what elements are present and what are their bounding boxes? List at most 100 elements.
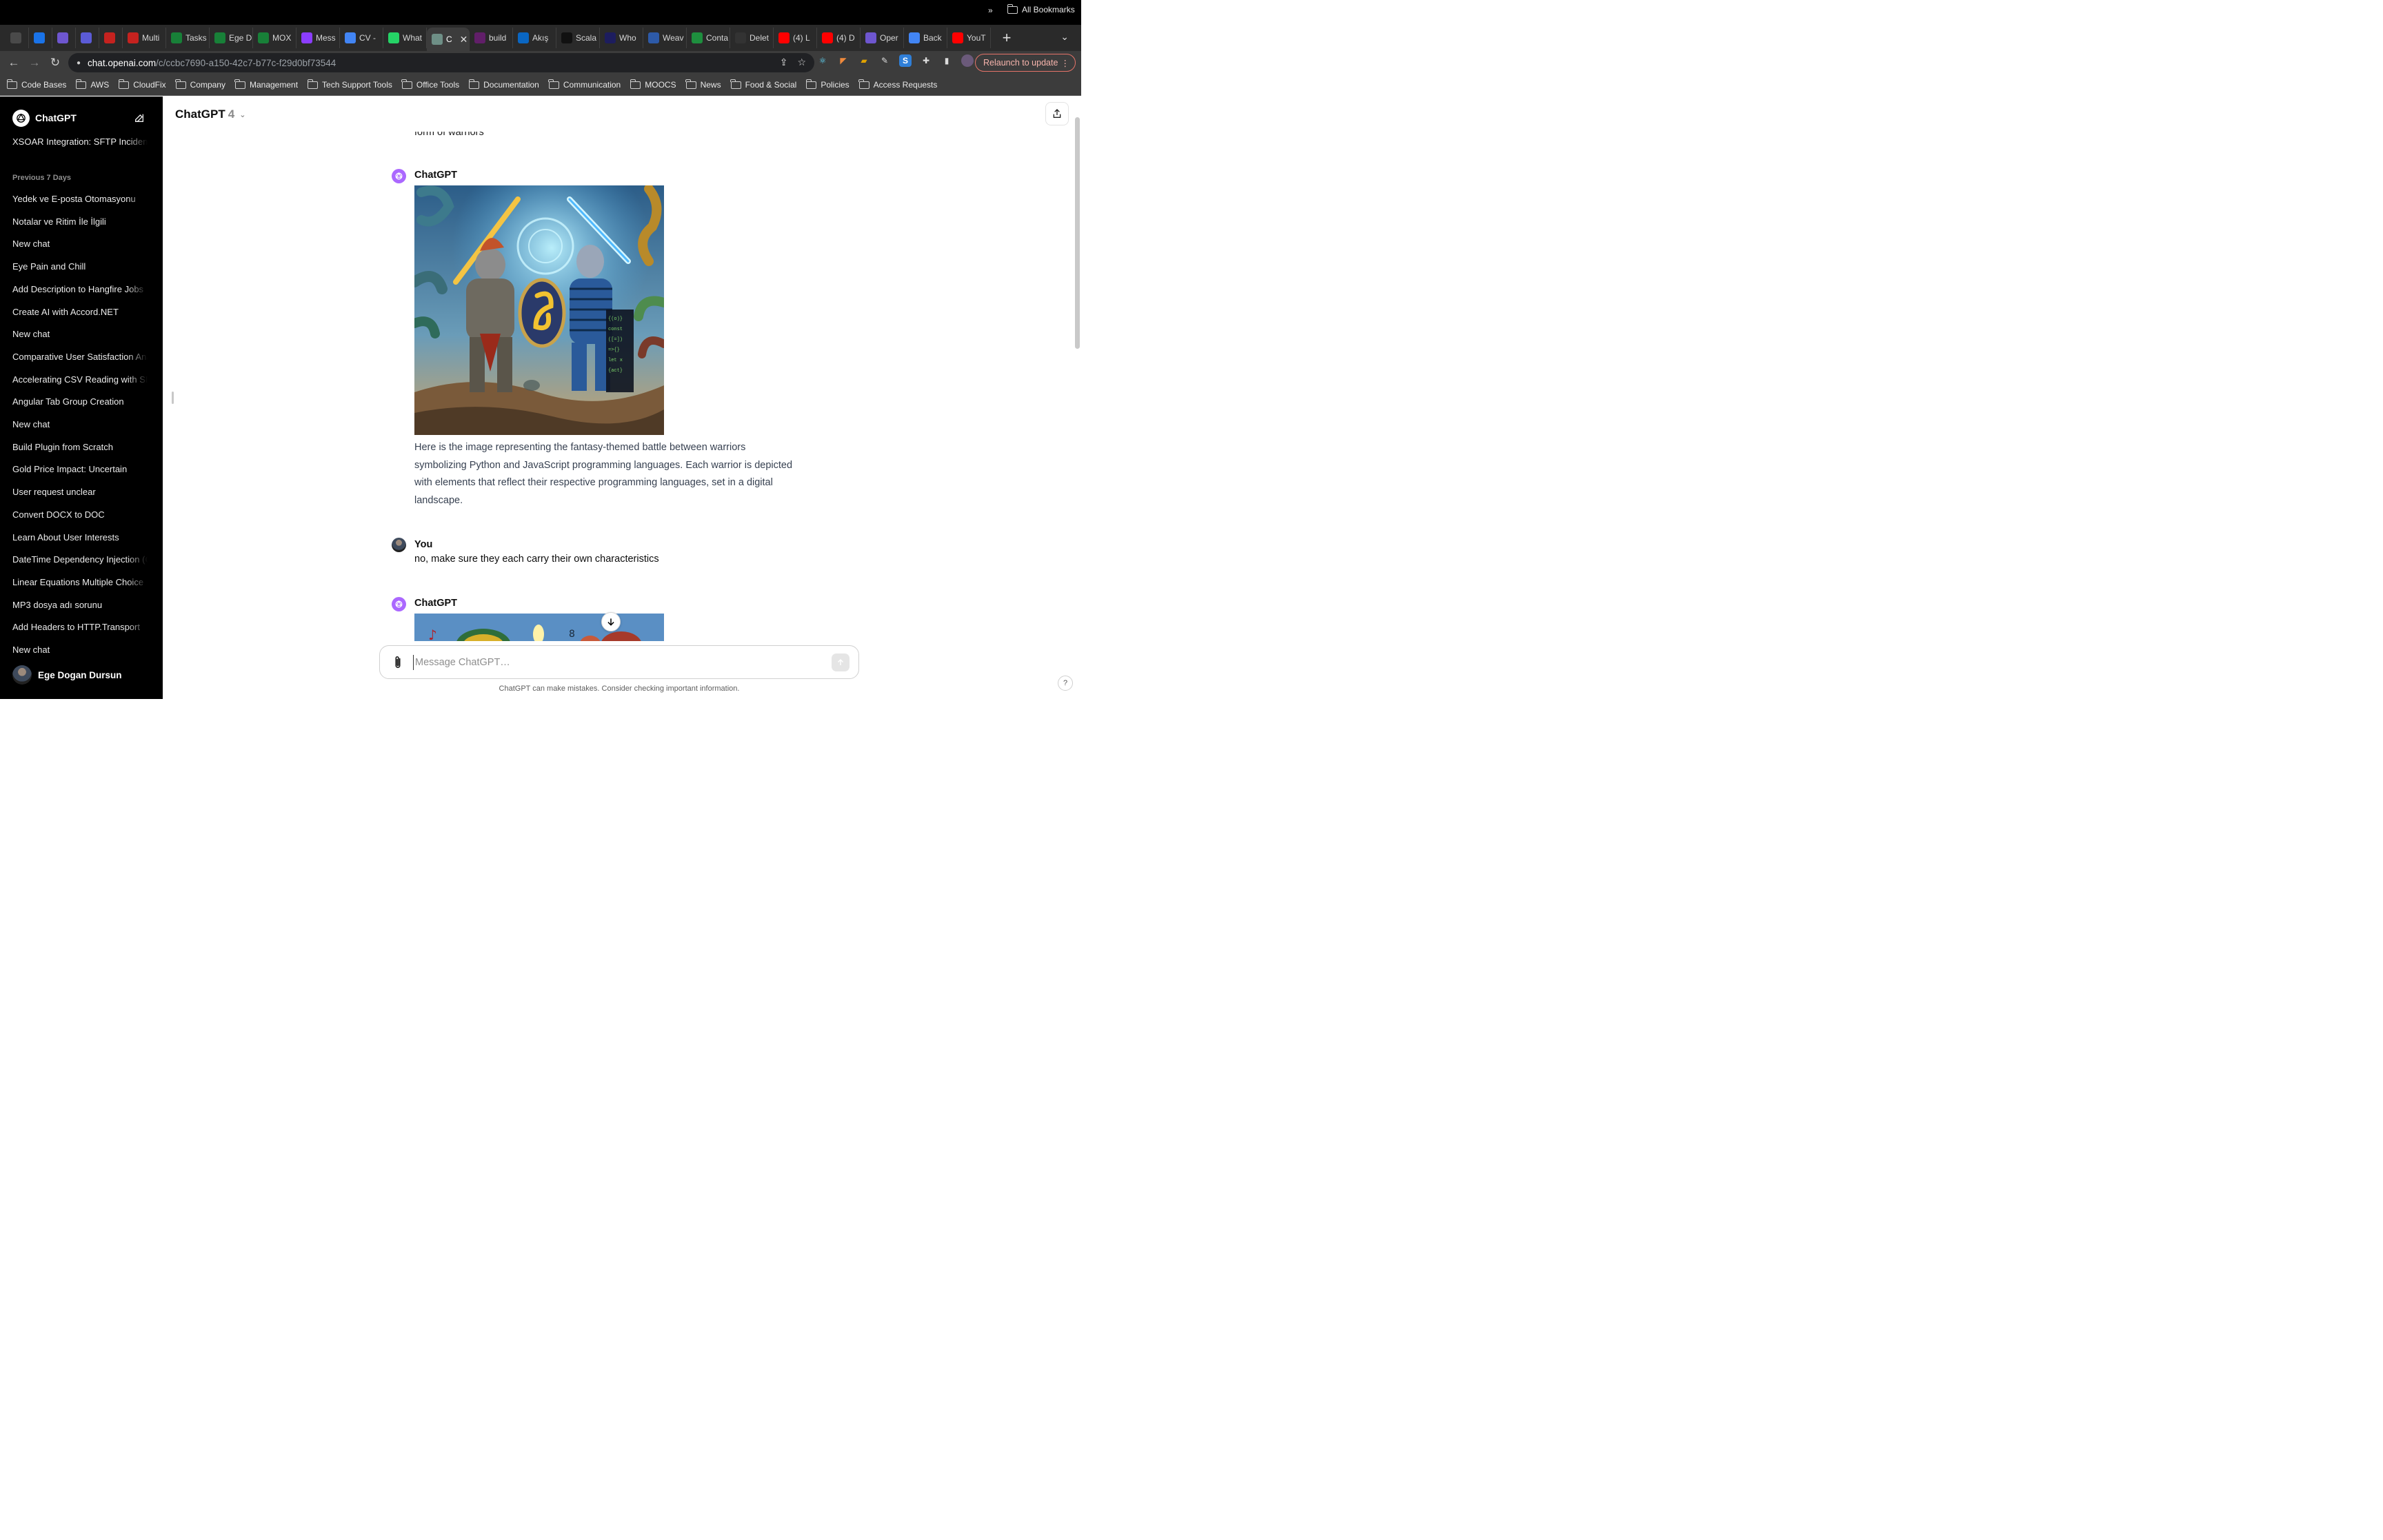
bookmark-folder[interactable]: News [685, 79, 721, 90]
sidebar-pinned-chat[interactable]: XSOAR Integration: SFTP Incident [12, 136, 148, 147]
new-chat-edit-icon[interactable] [134, 112, 145, 127]
page-scrollbar[interactable] [1075, 117, 1080, 349]
sidebar-chat-item[interactable]: Linear Equations Multiple Choice [12, 576, 148, 587]
sidebar-chat-item[interactable]: Add Headers to HTTP.Transport [12, 622, 148, 633]
sidebar-chat-item[interactable]: MP3 dosya adı sorunu [12, 599, 148, 610]
new-tab-button[interactable]: + [999, 29, 1014, 47]
extension-s-icon[interactable]: S [899, 54, 912, 67]
forward-button[interactable]: → [25, 53, 44, 72]
scroll-to-bottom-button[interactable] [601, 612, 621, 631]
bookmark-folder[interactable]: AWS [75, 79, 109, 90]
extension-orange-icon[interactable]: ◤ [837, 54, 849, 67]
browser-tab[interactable] [76, 28, 99, 48]
browser-tab[interactable]: Delet [730, 28, 774, 48]
back-button[interactable]: ← [4, 53, 23, 72]
sidebar-header[interactable]: ChatGPT [12, 109, 150, 127]
extension-car-icon[interactable]: ▰ [858, 54, 870, 67]
browser-tab[interactable]: C ✕ [427, 28, 470, 51]
browser-tab[interactable]: Who [600, 28, 643, 48]
browser-tab[interactable]: CV - [340, 28, 383, 48]
reload-button[interactable]: ↻ [46, 53, 65, 72]
bookmark-folder[interactable]: Management [234, 79, 298, 90]
message-input[interactable] [413, 655, 820, 670]
paperclip-icon[interactable] [392, 656, 403, 673]
react-devtools-icon[interactable]: ⚛ [816, 54, 829, 67]
browser-tab[interactable] [99, 28, 123, 48]
bookmark-folder[interactable]: Food & Social [730, 79, 796, 90]
bookmarks-overflow-button[interactable]: » [988, 6, 993, 15]
help-button[interactable]: ? [1058, 676, 1073, 691]
sidebar-chat-item[interactable]: Accelerating CSV Reading with SIMD [12, 374, 148, 385]
bookmark-label: MOOCS [645, 80, 676, 90]
sidebar-chat-item[interactable]: Angular Tab Group Creation [12, 396, 148, 407]
bookmark-folder[interactable]: Tech Support Tools [307, 79, 392, 90]
bookmark-folder[interactable]: CloudFix [118, 79, 166, 90]
browser-tab[interactable]: Oper [861, 28, 904, 48]
generated-battle-image[interactable]: {(o)} const ([=]) =>{} let x {act} [414, 185, 664, 435]
browser-tab[interactable]: Weav [643, 28, 687, 48]
browser-tab[interactable]: (4) L [774, 28, 817, 48]
sidebar-chat-item[interactable]: Notalar ve Ritim İle İlgili [12, 216, 148, 227]
side-panel-icon[interactable]: ▮ [941, 54, 953, 67]
sidebar-chat-item[interactable]: New chat [12, 239, 148, 250]
sidebar-resize-handle[interactable] [172, 392, 174, 404]
bookmark-folder[interactable]: Policies [805, 79, 849, 90]
message-composer[interactable] [379, 645, 859, 679]
browser-tab[interactable]: Conta [687, 28, 730, 48]
address-bar[interactable]: ● chat.openai.com/c/ccbc7690-a150-42c7-b… [68, 53, 814, 72]
browser-tab[interactable]: (4) D [817, 28, 861, 48]
browser-tab[interactable] [29, 28, 52, 48]
browser-tab[interactable] [6, 28, 29, 48]
sidebar-chat-item[interactable]: Yedek ve E-posta Otomasyonu [12, 194, 148, 204]
sidebar-chat-item[interactable]: Build Plugin from Scratch [12, 441, 148, 452]
share-page-icon[interactable]: ⇪ [780, 57, 788, 68]
folder-icon [75, 79, 87, 89]
bookmark-folder[interactable]: Code Bases [6, 79, 66, 90]
browser-tab[interactable]: Multi [123, 28, 166, 48]
sidebar-chat-item[interactable]: User request unclear [12, 487, 148, 498]
sidebar-chat-item[interactable]: Convert DOCX to DOC [12, 509, 148, 520]
browser-tab[interactable]: Mess [296, 28, 340, 48]
sidebar-chat-item[interactable]: New chat [12, 329, 148, 340]
browser-tab[interactable]: Akış [513, 28, 556, 48]
sidebar-chat-item[interactable]: DateTime Dependency Injection (C#) [12, 554, 148, 565]
relaunch-button[interactable]: Relaunch to update ⋮ [975, 54, 1076, 72]
bookmark-folder[interactable]: Office Tools [401, 79, 459, 90]
browser-tab[interactable]: YouT [947, 28, 991, 48]
sidebar-chat-item[interactable]: Comparative User Satisfaction Analysis [12, 351, 148, 362]
share-chat-button[interactable] [1045, 102, 1069, 125]
all-bookmarks-button[interactable]: All Bookmarks [1007, 3, 1075, 14]
browser-tab[interactable]: Ege D [210, 28, 253, 48]
browser-tab[interactable]: Back [904, 28, 947, 48]
profile-avatar-icon[interactable] [961, 54, 974, 67]
bookmark-folder[interactable]: MOOCS [630, 79, 676, 90]
extensions-puzzle-icon[interactable]: ✚ [920, 54, 932, 67]
menu-dots-icon[interactable]: ⋮ [1061, 58, 1070, 68]
sidebar-chat-item[interactable]: New chat [12, 645, 148, 655]
browser-tab[interactable]: Tasks [166, 28, 210, 48]
tab-search-chevron-icon[interactable]: ⌄ [1060, 31, 1069, 43]
close-tab-icon[interactable]: ✕ [460, 34, 468, 45]
bookmark-folder[interactable]: Documentation [468, 79, 539, 90]
sidebar-chat-item[interactable]: Learn About User Interests [12, 531, 148, 543]
browser-tab[interactable]: What [383, 28, 427, 48]
sidebar-chat-item[interactable]: Gold Price Impact: Uncertain [12, 464, 148, 475]
browser-tab[interactable]: Scala [556, 28, 600, 48]
user-profile-button[interactable]: Ege Dogan Dursun [12, 665, 122, 685]
sidebar-chat-item[interactable]: Eye Pain and Chill [12, 261, 148, 272]
browser-tab[interactable]: build [470, 28, 513, 48]
color-picker-icon[interactable]: ✎ [878, 54, 891, 67]
bookmark-folder[interactable]: Access Requests [858, 79, 937, 90]
model-selector[interactable]: ChatGPT 4 ⌄ [175, 108, 245, 121]
bookmark-folder[interactable]: Communication [548, 79, 621, 90]
sidebar-chat-item[interactable]: Add Description to Hangfire Jobs [12, 283, 148, 294]
gmail-icon [104, 32, 115, 43]
sidebar-chat-item[interactable]: New chat [12, 419, 148, 429]
send-button[interactable] [832, 654, 849, 671]
bookmark-star-icon[interactable]: ☆ [797, 57, 806, 68]
browser-tab[interactable] [52, 28, 76, 48]
site-info-icon[interactable]: ● [77, 59, 81, 67]
bookmark-folder[interactable]: Company [175, 79, 225, 90]
sidebar-chat-item[interactable]: Create AI with Accord.NET [12, 306, 148, 317]
browser-tab[interactable]: MOX [253, 28, 296, 48]
